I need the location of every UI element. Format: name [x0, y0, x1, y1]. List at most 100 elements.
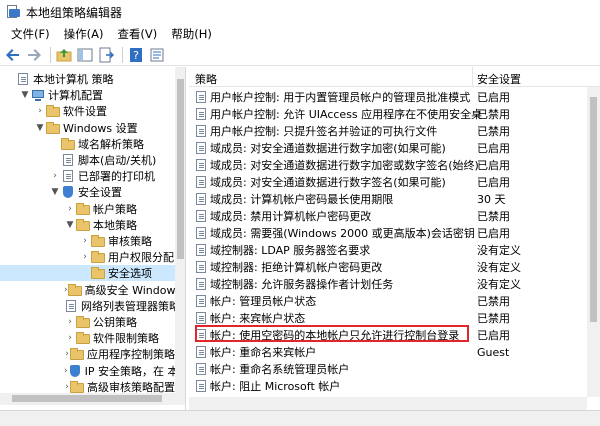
expanded-chevron-icon[interactable]: ▼ — [49, 187, 61, 197]
column-divider[interactable] — [472, 67, 473, 87]
tree-item[interactable]: ▼ 本地策略 — [0, 217, 175, 233]
tree-item[interactable]: ▼ 计算机配置 — [0, 87, 175, 103]
policy-security-setting: Guest — [477, 345, 510, 359]
tree-item[interactable]: › 软件设置 — [0, 103, 175, 119]
tree-item-label: 高级安全 Windows D — [84, 283, 186, 297]
tree-vertical-scrollbar[interactable] — [175, 67, 185, 393]
policy-row[interactable]: 域成员: 对安全通道数据进行数字加密(如果可能) 已启用 — [189, 140, 600, 156]
tree-item[interactable]: 本地计算机 策略 — [0, 71, 175, 87]
policy-row[interactable]: 域成员: 对安全通道数据进行数字加密或数字签名(始终) 已启用 — [189, 157, 600, 173]
tree-item[interactable]: › 用户权限分配 — [0, 249, 175, 265]
policy-name: 域控制器: 拒绝计算机帐户密码更改 — [210, 261, 383, 274]
tree-item-label: 审核策略 — [108, 235, 152, 248]
folder-icon — [61, 137, 75, 150]
tree-item-label: 域名解析策略 — [78, 137, 144, 151]
collapsed-chevron-icon[interactable]: › — [49, 171, 61, 181]
svg-text:?: ? — [133, 49, 139, 62]
policy-row[interactable]: 域成员: 对安全通道数据进行数字签名(如果可能) 已启用 — [189, 174, 600, 190]
policy-row[interactable]: 域控制器: 拒绝计算机帐户密码更改 没有定义 — [189, 259, 600, 275]
tree-hscroll-thumb[interactable] — [12, 395, 162, 402]
tree-item[interactable]: ▼ Windows 设置 — [0, 120, 175, 136]
policy-setting-icon — [195, 346, 207, 358]
tree-item[interactable]: 安全选项 — [0, 265, 175, 282]
policy-name: 域控制器: LDAP 服务器签名要求 — [210, 244, 371, 257]
tree-item[interactable]: › 软件限制策略 — [0, 330, 175, 346]
policy-row[interactable]: 域成员: 需要强(Windows 2000 或更高版本)会话密钥 已启用 — [189, 225, 600, 241]
tree-item[interactable]: › 帐户策略 — [0, 201, 175, 217]
policy-security-setting: 已禁用 — [477, 312, 510, 325]
properties-button[interactable] — [148, 46, 166, 64]
policy-row[interactable]: 帐户: 阻止 Microsoft 帐户 — [189, 378, 600, 394]
menu-help[interactable]: 帮助(H) — [164, 24, 219, 44]
tree-item-label: 安全选项 — [108, 267, 152, 281]
tree-item[interactable]: › IP 安全策略，在 本地 — [0, 363, 185, 379]
collapsed-chevron-icon[interactable]: › — [64, 333, 76, 343]
policy-row[interactable]: 域控制器: 允许服务器操作者计划任务 没有定义 — [189, 276, 600, 292]
collapsed-chevron-icon[interactable]: › — [34, 106, 46, 116]
policy-security-setting: 已禁用 — [477, 295, 510, 308]
list-scroll-thumb[interactable] — [590, 97, 597, 322]
policy-row[interactable]: 域成员: 禁用计算机帐户密码更改 已禁用 — [189, 208, 600, 224]
tree-item[interactable]: 网络列表管理器策略 — [0, 298, 180, 314]
show-hide-tree-button[interactable] — [76, 46, 94, 64]
tree-item[interactable]: › 高级安全 Windows D — [0, 282, 185, 298]
collapsed-chevron-icon[interactable]: › — [64, 204, 76, 214]
tree-item[interactable]: 脚本(启动/关机) — [0, 152, 175, 168]
up-one-level-button[interactable] — [55, 46, 73, 64]
tree-item[interactable]: › 已部署的打印机 — [0, 168, 175, 184]
policy-row[interactable]: 帐户: 来宾帐户状态 已禁用 — [189, 310, 600, 326]
forward-button[interactable] — [25, 46, 43, 64]
policy-row[interactable]: 域控制器: LDAP 服务器签名要求 没有定义 — [189, 242, 600, 258]
folder-icon — [76, 316, 90, 328]
policy-setting-icon — [195, 210, 207, 222]
menu-file[interactable]: 文件(F) — [4, 24, 57, 44]
back-button[interactable] — [4, 46, 22, 64]
forward-arrow-icon — [28, 48, 41, 61]
policy-setting-icon — [195, 108, 207, 120]
tree-horizontal-scrollbar[interactable] — [0, 393, 185, 405]
list-horizontal-scrollbar[interactable] — [189, 397, 587, 410]
expanded-chevron-icon[interactable]: ▼ — [19, 90, 31, 100]
policy-row[interactable]: 用户帐户控制: 用于内置管理员帐户的管理员批准模式 已启用 — [189, 89, 600, 105]
policy-row[interactable]: 帐户: 管理员帐户状态 已禁用 — [189, 293, 600, 309]
tree-item[interactable]: › 应用程序控制策略 — [0, 346, 175, 362]
tree-item[interactable]: ▼ 安全设置 — [0, 184, 175, 200]
tree-item-label: 软件设置 — [63, 105, 107, 119]
help-button[interactable]: ? — [127, 46, 145, 64]
policy-name: 帐户: 管理员帐户状态 — [210, 295, 317, 308]
policy-name: 域成员: 对安全通道数据进行数字加密或数字签名(始终) — [210, 159, 479, 172]
policy-name: 帐户: 重命名系统管理员帐户 — [210, 363, 350, 376]
menu-action[interactable]: 操作(A) — [57, 24, 111, 44]
tree-scroll-thumb[interactable] — [177, 79, 184, 259]
collapsed-chevron-icon[interactable]: › — [79, 252, 91, 262]
status-bar — [0, 410, 600, 426]
policy-row[interactable]: 用户帐户控制: 允许 UIAccess 应用程序在不使用安全桌面... 已禁用 — [189, 106, 600, 122]
expanded-chevron-icon[interactable]: ▼ — [34, 123, 46, 133]
column-header-policy[interactable]: 策略 — [195, 71, 217, 87]
highlight-annotation-box — [195, 325, 469, 342]
policy-row[interactable]: 帐户: 重命名来宾帐户 Guest — [189, 344, 600, 360]
column-header-security-setting[interactable]: 安全设置 — [477, 71, 521, 87]
menu-view[interactable]: 查看(V) — [110, 24, 164, 44]
export-list-button[interactable] — [97, 46, 115, 64]
collapsed-chevron-icon[interactable]: › — [64, 317, 76, 327]
folder-icon — [67, 283, 82, 296]
list-vertical-scrollbar[interactable] — [587, 87, 600, 397]
folder-icon — [91, 267, 105, 280]
toolbar-separator — [122, 46, 123, 63]
expanded-chevron-icon[interactable]: ▼ — [64, 220, 76, 230]
tree-item[interactable]: › 审核策略 — [0, 233, 175, 249]
tree-item[interactable]: 域名解析策略 — [0, 136, 175, 152]
policy-document-icon — [61, 154, 75, 166]
up-folder-icon — [56, 48, 72, 61]
policy-row[interactable]: 域成员: 计算机帐户密码最长使用期限 30 天 — [189, 191, 600, 207]
policy-name: 用户帐户控制: 允许 UIAccess 应用程序在不使用安全桌面... — [210, 108, 483, 121]
policy-name: 域成员: 需要强(Windows 2000 或更高版本)会话密钥 — [210, 227, 475, 240]
tree-item-label: IP 安全策略，在 本地 — [84, 364, 186, 378]
policy-name: 用户帐户控制: 只提升签名并验证的可执行文件 — [210, 125, 438, 138]
tree-item[interactable]: › 公钥策略 — [0, 314, 175, 330]
policy-row[interactable]: 帐户: 重命名系统管理员帐户 — [189, 361, 600, 377]
policy-row[interactable]: 用户帐户控制: 只提升签名并验证的可执行文件 已禁用 — [189, 123, 600, 139]
collapsed-chevron-icon[interactable]: › — [79, 236, 91, 246]
toolbar-separator — [50, 46, 51, 63]
